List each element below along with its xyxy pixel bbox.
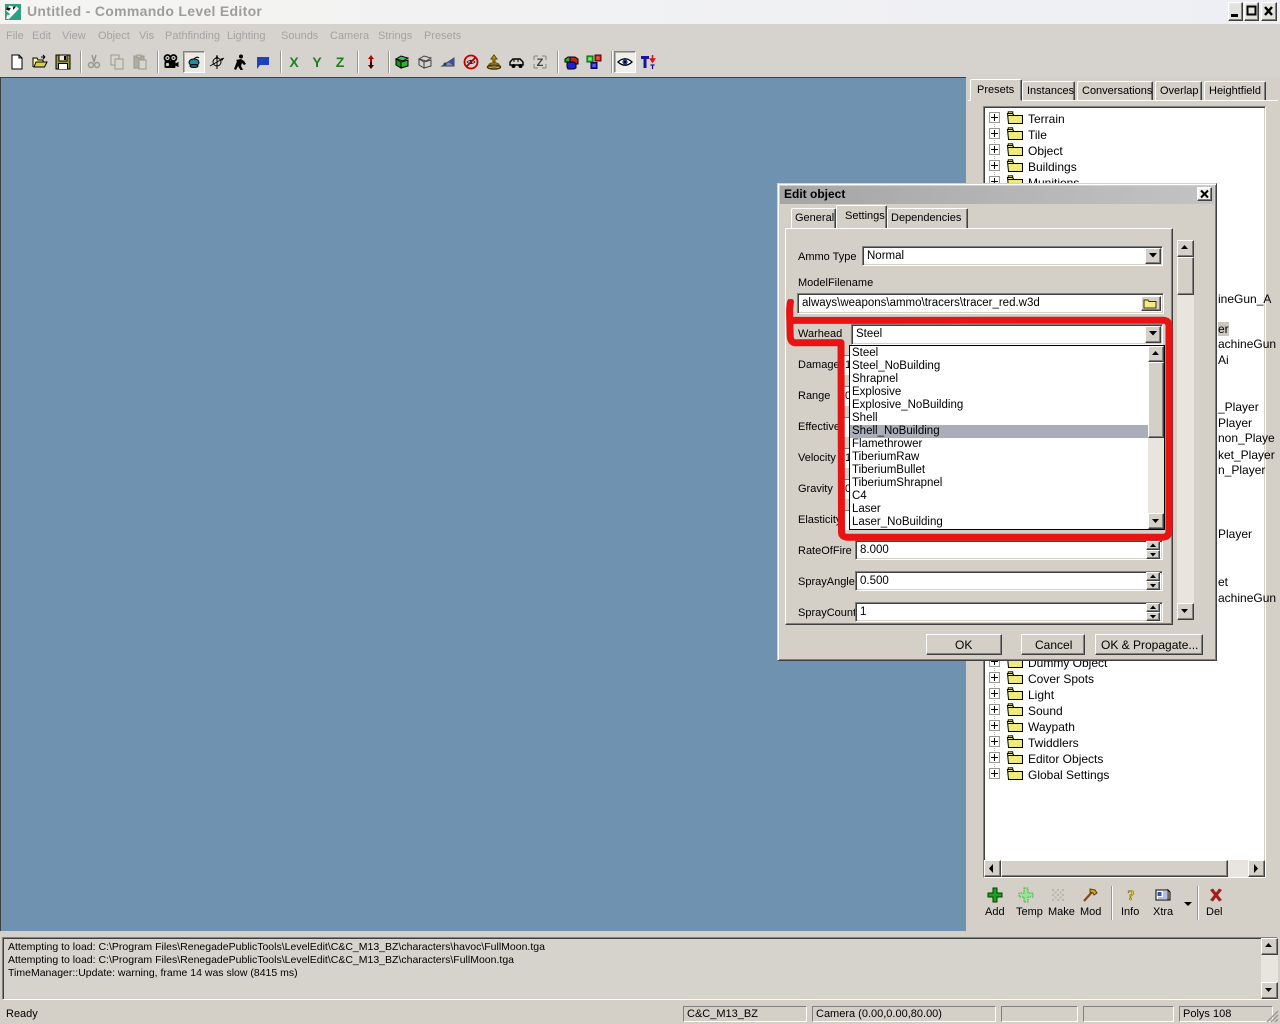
svg-text:Y: Y bbox=[312, 54, 322, 70]
svg-text:X: X bbox=[289, 54, 299, 70]
svg-text:?: ? bbox=[1127, 888, 1135, 903]
svg-text:Z: Z bbox=[537, 57, 544, 69]
svg-text:Z: Z bbox=[336, 54, 345, 70]
